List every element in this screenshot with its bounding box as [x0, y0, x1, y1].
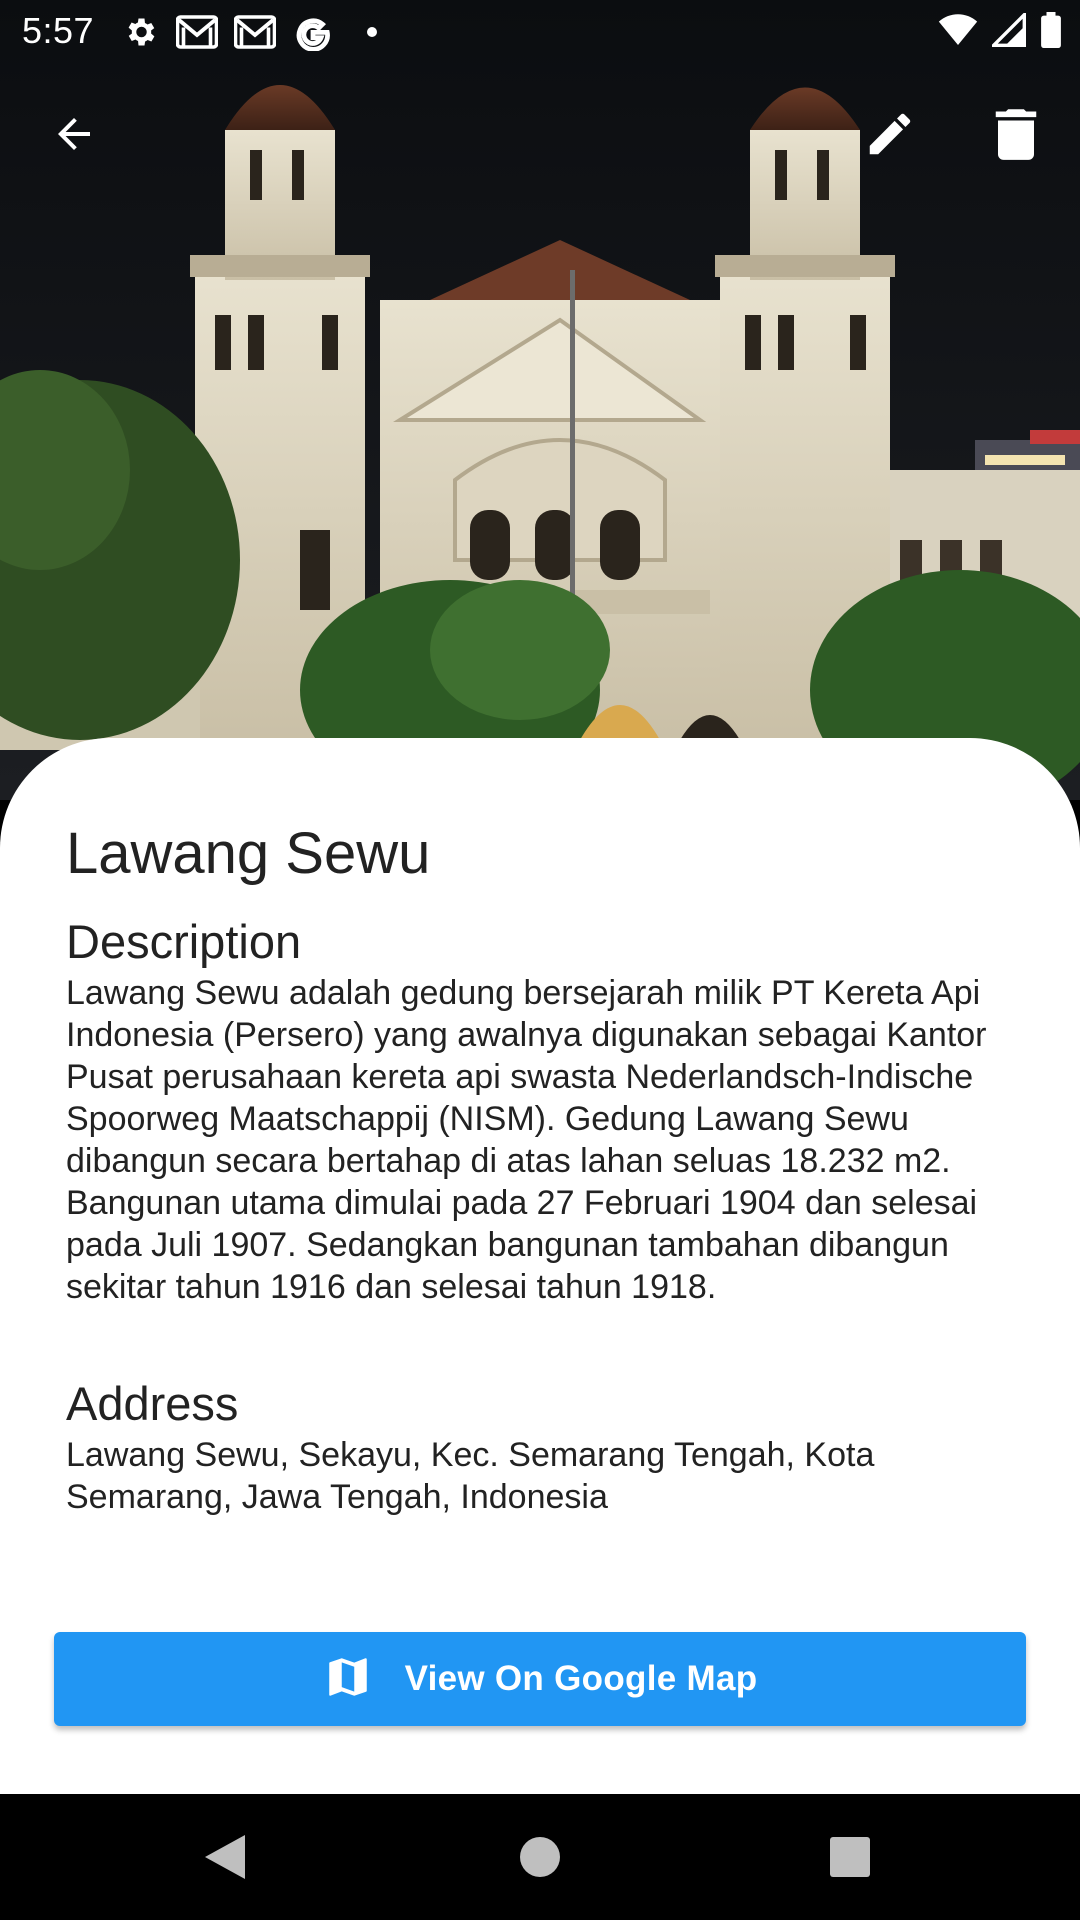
edit-icon — [863, 107, 917, 166]
nav-back-button[interactable] — [190, 1824, 260, 1894]
status-time: 5:57 — [22, 10, 95, 51]
navigation-bar — [0, 1794, 1080, 1920]
edit-button[interactable] — [854, 100, 926, 172]
settings-icon — [122, 12, 158, 52]
recents-square-icon — [829, 1836, 871, 1883]
wifi-icon — [938, 13, 978, 52]
view-on-google-map-button[interactable]: View On Google Map — [54, 1632, 1026, 1726]
arrow-back-icon — [50, 110, 98, 163]
delete-button[interactable] — [980, 100, 1052, 172]
place-title: Lawang Sewu — [66, 821, 431, 886]
battery-icon — [1040, 11, 1062, 53]
description-heading: Description — [66, 915, 302, 968]
google-icon — [294, 12, 332, 52]
nav-home-button[interactable] — [505, 1824, 575, 1894]
back-button[interactable] — [38, 100, 110, 172]
gmail-icon — [176, 12, 218, 52]
home-circle-icon — [518, 1835, 562, 1884]
address-text: Lawang Sewu, Sekayu, Kec. Semarang Tenga… — [66, 1436, 875, 1516]
back-triangle-icon — [203, 1833, 247, 1886]
map-icon — [323, 1652, 373, 1707]
cell-signal-icon — [989, 10, 1026, 52]
nav-recents-button[interactable] — [815, 1824, 885, 1894]
dot-icon — [366, 12, 378, 52]
map-button-label: View On Google Map — [404, 1659, 758, 1698]
gmail-icon — [234, 12, 276, 52]
delete-icon — [991, 107, 1041, 166]
address-heading: Address — [66, 1377, 239, 1430]
status-bar: 5:57 — [0, 0, 1080, 64]
description-text: Lawang Sewu adalah gedung bersejarah mil… — [66, 974, 987, 1306]
